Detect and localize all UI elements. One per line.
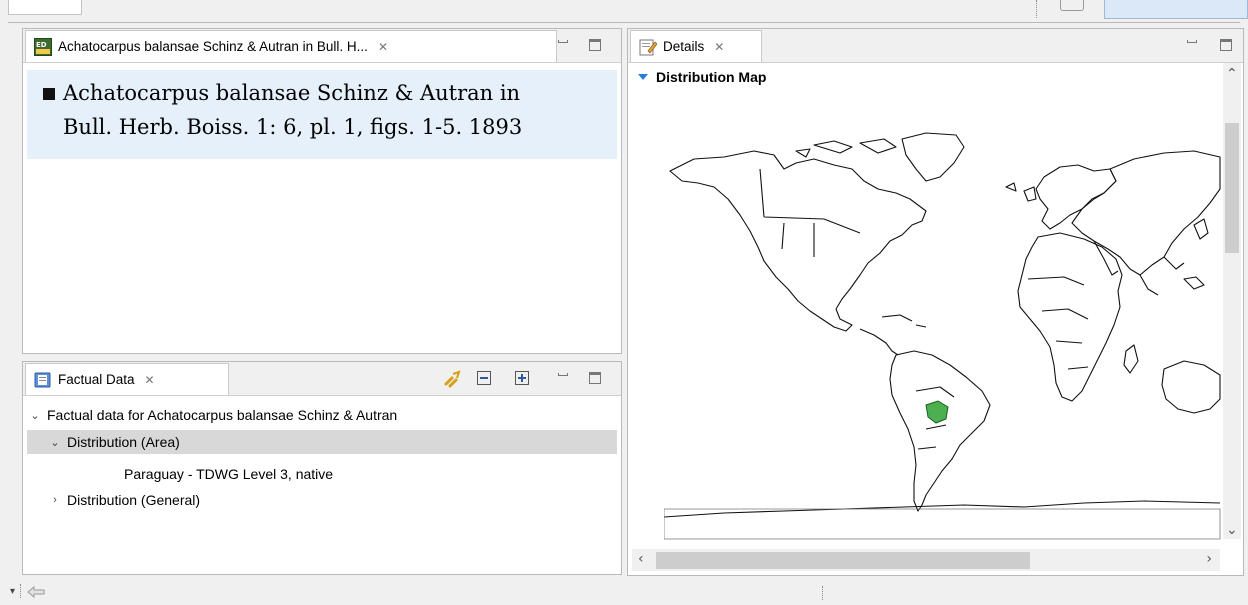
name-editor-header: ED Achatocarpus balansae Schinz & Autran… [23, 29, 621, 63]
tree-item-label: Distribution (General) [67, 492, 201, 508]
top-toolbar [0, 0, 1248, 24]
tab-name-editor[interactable]: ED Achatocarpus balansae Schinz & Autran… [25, 30, 557, 62]
editor-icon: ED [34, 37, 52, 56]
link-with-editor-icon[interactable] [443, 369, 463, 393]
map-greenland [901, 132, 965, 182]
svg-text:ED: ED [36, 41, 47, 49]
scroll-down-icon[interactable]: ⌄ [1226, 523, 1238, 537]
scroll-right-icon[interactable]: › [1206, 552, 1212, 566]
close-icon[interactable]: ✕ [378, 40, 388, 54]
status-separator [20, 584, 22, 598]
tab-factual-data[interactable]: Factual Data ✕ [25, 363, 229, 395]
taxon-name: Achatocarpus balansae Schinz & Autran in… [63, 76, 543, 144]
map-europe [1035, 164, 1117, 230]
taxon-name-line2: Bull. Herb. Boiss. 1: 6, pl. 1, figs. 1-… [63, 115, 523, 139]
minimize-icon[interactable] [557, 372, 569, 384]
toolbar-button[interactable] [1060, 0, 1084, 11]
name-row[interactable]: Achatocarpus balansae Schinz & Autran in… [27, 70, 617, 159]
name-editor-panel: ED Achatocarpus balansae Schinz & Autran… [22, 28, 622, 354]
tree-item-distribution-area[interactable]: ⌄ Distribution (Area) [27, 430, 617, 454]
close-icon[interactable]: ✕ [714, 40, 724, 54]
scroll-left-icon[interactable]: ‹ [638, 552, 644, 566]
tab-title: Achatocarpus balansae Schinz & Autran in… [58, 39, 368, 54]
minimize-icon[interactable] [1186, 39, 1198, 51]
tab-title: Details [663, 39, 705, 54]
collapse-all-icon[interactable] [477, 371, 491, 385]
status-bar: ▾ [0, 580, 1248, 605]
perspective-switcher[interactable] [1104, 0, 1248, 19]
details-edit-icon [639, 38, 658, 56]
toolbar-separator [1036, 0, 1038, 18]
factual-data-icon [34, 371, 52, 389]
vertical-scrollbar[interactable]: ⌃ ⌄ [1223, 63, 1241, 539]
maximize-icon[interactable] [589, 372, 601, 384]
status-separator [822, 586, 824, 600]
frame-divider [8, 22, 1240, 23]
editor-tab-stub[interactable] [8, 0, 82, 15]
fast-view-menu-icon[interactable]: ▾ [10, 586, 15, 597]
map-africa [1017, 232, 1123, 402]
expand-all-icon[interactable] [515, 371, 529, 385]
fast-view-icon[interactable] [26, 584, 46, 604]
horizontal-scroll-thumb[interactable] [656, 552, 1030, 569]
section-title: Distribution Map [656, 69, 767, 85]
chevron-right-icon[interactable]: › [47, 494, 63, 506]
tree-item-paraguay[interactable]: Paraguay - TDWG Level 3, native [27, 462, 617, 486]
tab-title: Factual Data [58, 372, 135, 387]
maximize-icon[interactable] [589, 39, 601, 51]
minimize-icon[interactable] [557, 39, 569, 51]
maximize-icon[interactable] [1220, 39, 1232, 51]
details-panel: Details ✕ Distribution Map ⌃ ⌄ ‹ › [627, 28, 1244, 576]
distribution-map[interactable] [664, 129, 1224, 541]
map-north-america [669, 150, 927, 332]
bullet-icon [43, 88, 55, 100]
chevron-down-icon[interactable]: ⌄ [47, 436, 63, 449]
map-asia [1071, 150, 1221, 276]
close-icon[interactable]: ✕ [145, 373, 155, 387]
tree-item-label: Paraguay - TDWG Level 3, native [124, 466, 334, 482]
map-south-america [889, 350, 991, 512]
factual-data-panel: Factual Data ✕ ⌄ Factual data for Achato… [22, 361, 622, 575]
vertical-scroll-thumb[interactable] [1225, 123, 1239, 253]
tree-item-distribution-general[interactable]: › Distribution (General) [27, 488, 617, 512]
map-paraguay-highlight [925, 400, 949, 424]
section-expanded-icon[interactable] [638, 74, 648, 80]
chevron-down-icon[interactable]: ⌄ [27, 409, 43, 422]
map-australia [1161, 360, 1221, 414]
scroll-up-icon[interactable]: ⌃ [1226, 67, 1238, 81]
taxon-name-line1: Achatocarpus balansae Schinz & Autran in [63, 81, 521, 105]
tab-details[interactable]: Details ✕ [630, 30, 762, 62]
tree-item-root[interactable]: ⌄ Factual data for Achatocarpus balansae… [27, 403, 617, 427]
factual-data-header: Factual Data ✕ [23, 362, 621, 396]
horizontal-scrollbar[interactable]: ‹ › [632, 549, 1220, 571]
tree-item-label: Distribution (Area) [67, 434, 180, 450]
tree-item-label: Factual data for Achatocarpus balansae S… [47, 407, 398, 423]
distribution-map-section[interactable]: Distribution Map [638, 69, 766, 85]
details-header: Details ✕ [628, 29, 1243, 63]
